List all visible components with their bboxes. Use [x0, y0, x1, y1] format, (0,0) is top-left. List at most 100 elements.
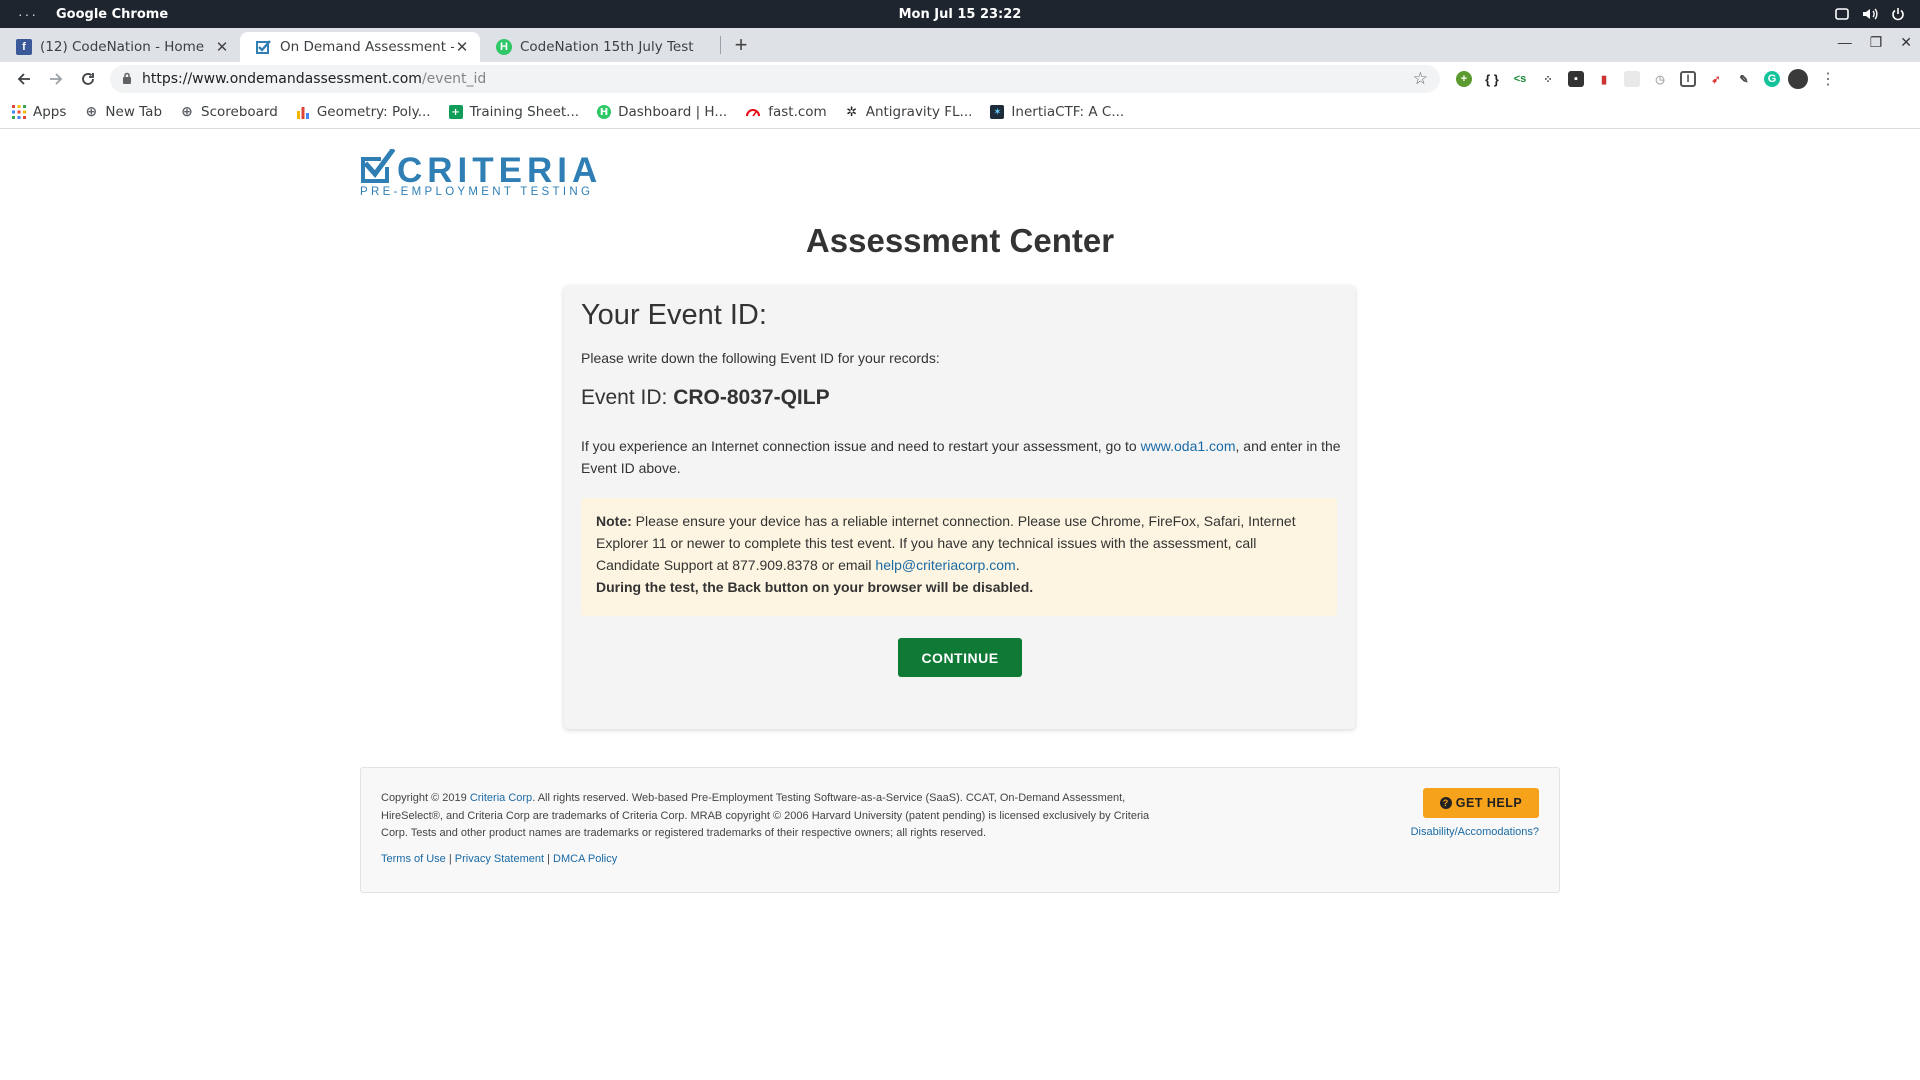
question-icon: ? — [1439, 797, 1452, 809]
copyright-prefix: Copyright © 2019 — [381, 792, 470, 804]
bookmark-star-icon[interactable]: ☆ — [1413, 69, 1428, 89]
chrome-menu-icon[interactable]: ⋮ — [1820, 69, 1836, 89]
close-icon[interactable]: ✕ — [214, 38, 230, 56]
extension-ghost-icon[interactable]: ▪ — [1568, 71, 1584, 87]
criteria-logo[interactable]: CRITERIA PRE-EMPLOYMENT TESTING — [359, 141, 609, 198]
bookmark-antigravity[interactable]: ✲ Antigravity FL... — [845, 104, 973, 120]
logo-wordmark: CRITERIA — [397, 151, 603, 190]
extension-grey-icon[interactable] — [1624, 71, 1640, 87]
globe-icon: ⊕ — [181, 104, 193, 120]
extension-code-icon[interactable]: <s — [1512, 71, 1528, 87]
terms-of-use-link[interactable]: Terms of Use — [381, 853, 446, 865]
extension-dots-icon[interactable]: ⁘ — [1540, 71, 1556, 87]
app-name[interactable]: Google Chrome — [56, 7, 168, 22]
criteria-corp-link[interactable]: Criteria Corp — [470, 792, 532, 804]
ctf-icon: ✶ — [990, 105, 1005, 119]
extension-frame-icon[interactable]: I — [1680, 71, 1696, 87]
profile-avatar[interactable] — [1788, 69, 1808, 89]
hackerrank-icon: H — [597, 105, 612, 119]
footer: Copyright © 2019 Criteria Corp. All righ… — [360, 767, 1560, 893]
bookmark-training-sheet[interactable]: + Training Sheet... — [448, 104, 580, 120]
tab-title: On Demand Assessment - — [280, 39, 454, 55]
event-id-line: Event ID: CRO-8037-QILP — [581, 386, 830, 410]
extension-pen-icon[interactable]: ✎ — [1736, 71, 1752, 87]
close-icon[interactable]: ✕ — [454, 38, 470, 56]
address-bar[interactable]: https://www.ondemandassessment.com/event… — [110, 65, 1440, 93]
link-separator: | — [544, 853, 554, 865]
extension-colorbars-icon[interactable]: ▮ — [1596, 71, 1612, 87]
system-tray — [1834, 7, 1920, 21]
bookmark-label: Apps — [33, 104, 67, 120]
bookmark-dashboard[interactable]: H Dashboard | H... — [597, 104, 727, 120]
globe-icon: ⊕ — [85, 104, 98, 120]
logo-tagline: PRE-EMPLOYMENT TESTING — [360, 186, 594, 198]
arrow-left-icon — [17, 73, 30, 85]
disability-accommodations-link[interactable]: Disability/Accomodations? — [1411, 826, 1539, 838]
extensions: + { } <s ⁘ ▪ ▮ ◷ I ➶ ✎ G — [1456, 71, 1780, 87]
browser-toolbar: https://www.ondemandassessment.com/event… — [0, 62, 1920, 96]
bookmark-new-tab[interactable]: ⊕ New Tab — [84, 104, 162, 120]
dmca-policy-link[interactable]: DMCA Policy — [553, 853, 617, 865]
tab-codenation-test[interactable]: H CodeNation 15th July Test — [480, 32, 720, 62]
get-help-button[interactable]: ? GET HELP — [1423, 788, 1539, 818]
clock[interactable]: Mon Jul 15 23:22 — [0, 7, 1920, 22]
bookmark-label: Geometry: Poly... — [316, 104, 431, 120]
note-after-email: . — [1015, 557, 1020, 573]
oda1-link[interactable]: www.oda1.com — [1141, 438, 1236, 454]
footer-links: Terms of Use | Privacy Statement | DMCA … — [381, 853, 617, 865]
event-id-card: Your Event ID: Please write down the fol… — [564, 286, 1355, 729]
event-id-value: CRO-8037-QILP — [673, 386, 830, 409]
bookmark-label: Scoreboard — [201, 104, 278, 120]
card-instruction: Please write down the following Event ID… — [581, 350, 940, 366]
bookmark-inertiactf[interactable]: ✶ InertiaCTF: A C... — [990, 104, 1124, 120]
back-button[interactable] — [8, 65, 40, 93]
tab-on-demand-assessment[interactable]: On Demand Assessment - ✕ — [240, 32, 480, 62]
sheets-icon: + — [448, 105, 463, 119]
logo-checkmark-icon — [361, 149, 395, 183]
extension-plus-icon[interactable]: + — [1456, 71, 1472, 87]
restart-instructions: If you experience an Internet connection… — [581, 435, 1341, 479]
bookmark-apps[interactable]: Apps — [12, 104, 66, 120]
tab-title: (12) CodeNation - Home — [40, 39, 205, 55]
tab-strip: f (12) CodeNation - Home ✕ On Demand Ass… — [0, 28, 1920, 62]
get-help-label: GET HELP — [1455, 796, 1523, 810]
new-tab-button[interactable]: + — [727, 31, 755, 59]
extension-clock-icon[interactable]: ◷ — [1652, 71, 1668, 87]
bookmark-label: Training Sheet... — [469, 104, 580, 120]
continue-button[interactable]: CONTINUE — [898, 638, 1022, 677]
bookmark-fast[interactable]: fast.com — [745, 104, 827, 120]
os-top-bar: ··· Google Chrome Mon Jul 15 23:22 — [0, 0, 1920, 28]
minimize-icon[interactable]: — — [1838, 34, 1852, 51]
support-email-link[interactable]: help@criteriacorp.com — [875, 557, 1015, 573]
bookmark-scoreboard[interactable]: ⊕ Scoreboard — [180, 104, 278, 120]
reload-button[interactable] — [72, 65, 104, 93]
restart-prefix: If you experience an Internet connection… — [581, 438, 1141, 454]
window-controls: — ❐ ✕ — [1838, 34, 1912, 51]
link-separator: | — [445, 853, 455, 865]
bookmark-label: Antigravity FL... — [865, 104, 973, 120]
tab-codenation-home[interactable]: f (12) CodeNation - Home ✕ — [0, 32, 240, 62]
tab-separator — [720, 36, 721, 54]
close-window-icon[interactable]: ✕ — [1900, 34, 1912, 51]
extension-rocket-icon[interactable]: ➶ — [1708, 71, 1724, 87]
grammarly-icon[interactable]: G — [1764, 71, 1780, 87]
privacy-statement-link[interactable]: Privacy Statement — [455, 853, 544, 865]
bookmark-geometry[interactable]: Geometry: Poly... — [296, 104, 431, 120]
bookmarks-bar: Apps ⊕ New Tab ⊕ Scoreboard Geometry: Po… — [0, 96, 1920, 129]
bar-chart-icon — [296, 107, 309, 119]
gear-icon: ✲ — [846, 104, 858, 120]
activities-menu[interactable]: ··· — [0, 6, 56, 22]
power-icon[interactable] — [1890, 7, 1906, 21]
extension-json-icon[interactable]: { } — [1484, 71, 1500, 87]
window-icon[interactable] — [1834, 7, 1850, 21]
restore-icon[interactable]: ❐ — [1870, 34, 1883, 51]
tab-title: CodeNation 15th July Test — [520, 39, 694, 55]
card-heading: Your Event ID: — [581, 299, 767, 331]
footer-copyright: Copyright © 2019 Criteria Corp. All righ… — [381, 790, 1151, 843]
volume-icon[interactable] — [1862, 7, 1878, 21]
lock-icon[interactable] — [122, 72, 132, 87]
page-title: Assessment Center — [805, 222, 1115, 259]
note-label: Note: — [596, 513, 632, 529]
note-box: Note: Please ensure your device has a re… — [581, 498, 1337, 616]
forward-button[interactable] — [40, 65, 72, 93]
